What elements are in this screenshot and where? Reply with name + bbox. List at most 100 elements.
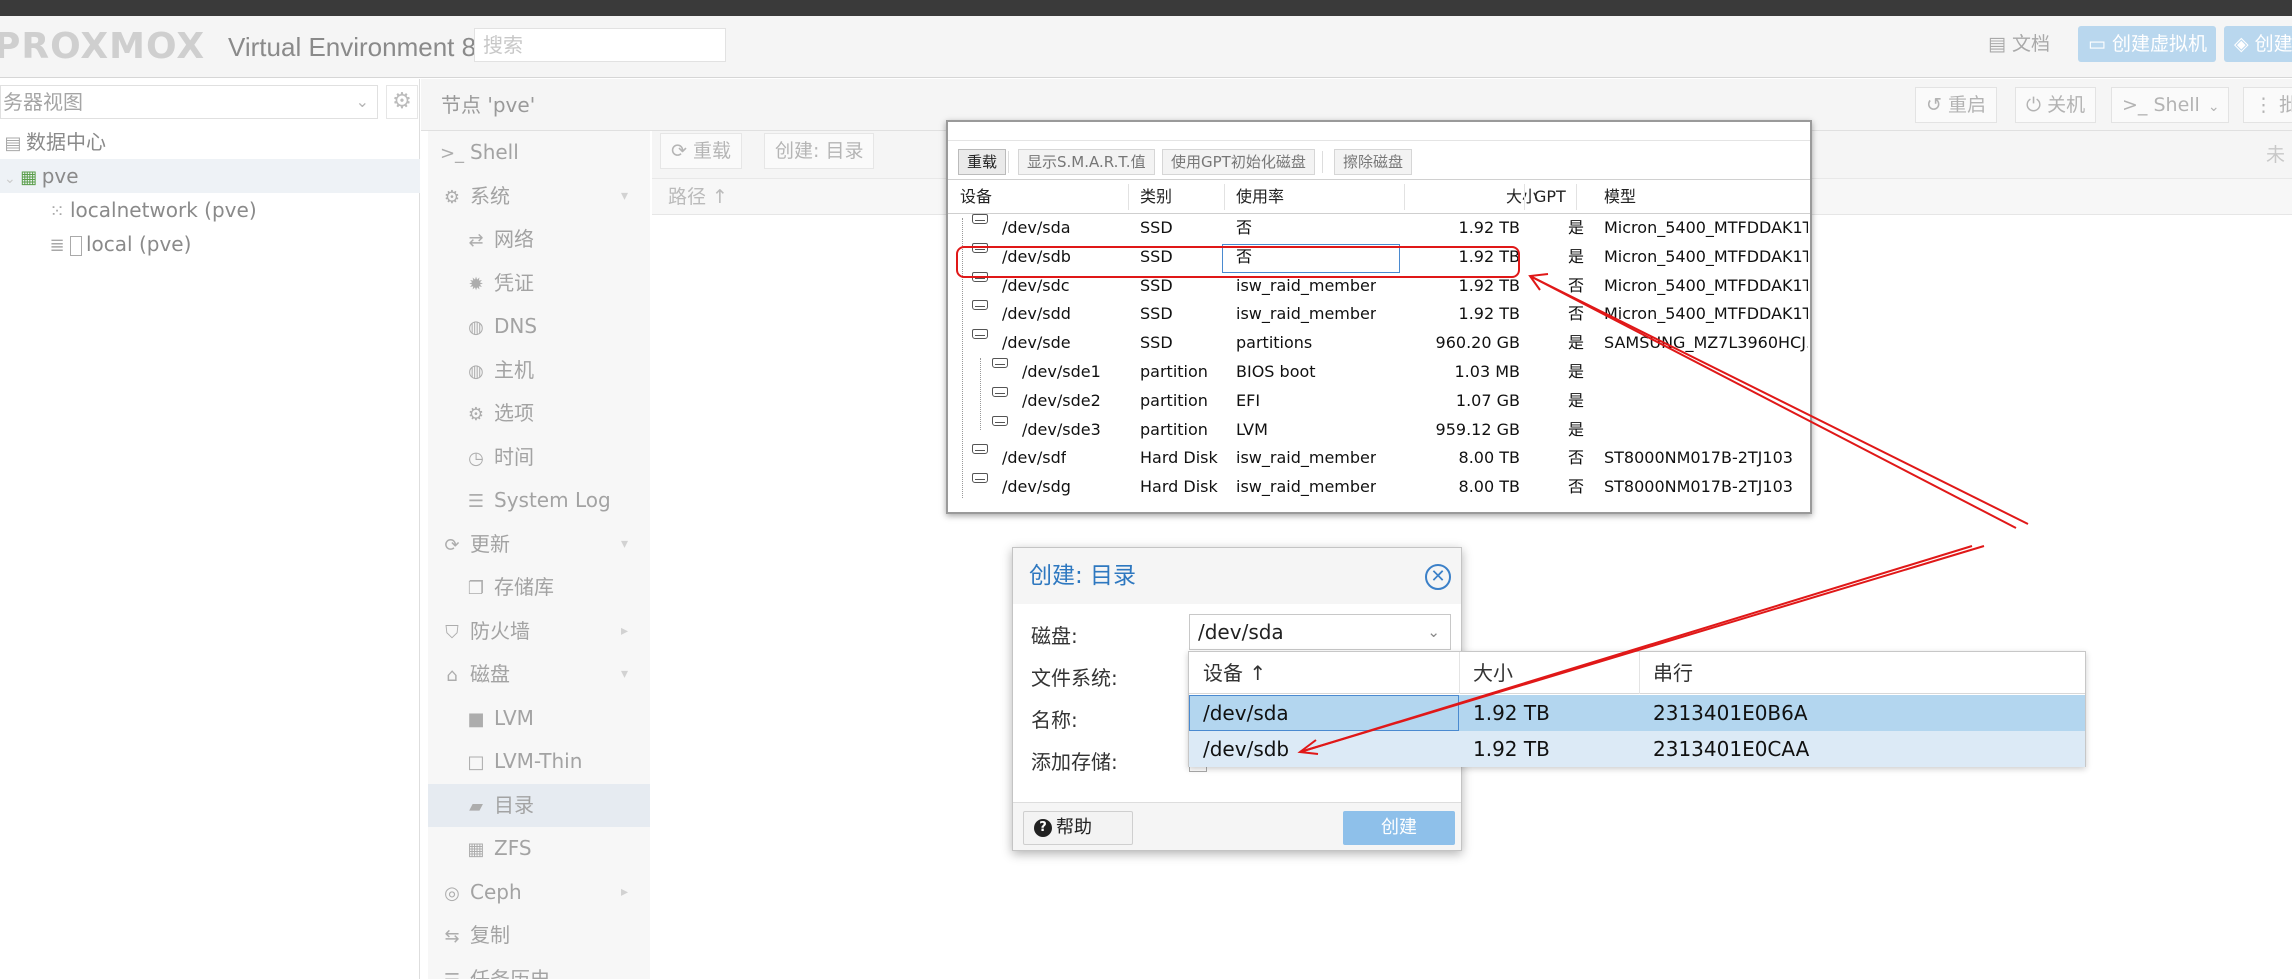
col-path[interactable]: 路径 ↑ [668,179,728,215]
disk-size: 1.92 TB [1458,218,1520,237]
refresh-icon: ⟳ [671,140,693,162]
disk-size: 8.00 TB [1458,477,1520,497]
disk-usage: isw_raid_member [1236,448,1377,468]
disk-usage: BIOS boot [1236,362,1316,381]
dialog-title: 创建: 目录 [1029,563,1137,589]
init-gpt-button[interactable]: 使用GPT初始化磁盘 [1162,149,1315,175]
bulk-actions-button[interactable]: ⋮ 批 [2243,87,2292,123]
chevron-down-icon: ⌄ [1427,623,1440,641]
menu-item-dns[interactable]: ◍ DNS [428,305,650,349]
col-divider [1128,184,1129,210]
disk-select[interactable]: /dev/sda ⌄ [1189,614,1451,650]
menu-item-zfs[interactable]: ▦ ZFS [428,827,650,871]
docs-button[interactable]: ▤ 文档 [1978,26,2060,62]
node-title: 节点 'pve' [441,93,536,117]
dd-col-serial[interactable]: 串行 [1653,652,1693,694]
col-gpt[interactable]: GPT [1534,180,1566,214]
create-ct-button[interactable]: ◈ 创建 [2224,26,2292,62]
disk-reload-button[interactable]: 重载 [958,149,1007,175]
option-device: /dev/sdb [1203,737,1290,761]
ceph-icon: ◎ [444,882,460,904]
disk-row[interactable]: /dev/sdg Hard Disk isw_raid_member 否 ST8000N… [948,473,1810,502]
disk-gpt: 否 [1568,304,1585,324]
shell-button[interactable]: >_ Shell ⌄ [2111,87,2229,123]
menu-item-network[interactable]: ⇄ 网络 [428,218,650,262]
disk-device: /dev/sde [1002,333,1071,353]
tree-item-local[interactable]: ≣ local (pve) [0,227,420,261]
disk-gpt: 是 [1568,419,1585,439]
menu-item-certificates[interactable]: ✹ 凭证 [428,262,650,306]
disk-type: partition [1140,419,1208,439]
tree-item-datacenter[interactable]: ▤ 数据中心 [0,125,420,159]
refresh-icon: ⟳ [444,534,460,556]
menu-item-repositories[interactable]: ❐ 存储库 [428,566,650,610]
menu-item-hosts[interactable]: ◍ 主机 [428,349,650,393]
menu-item-ceph[interactable]: ◎ Ceph ▸ [428,871,650,915]
dd-col-size[interactable]: 大小 [1473,652,1513,694]
disk-row[interactable]: /dev/sde2 partition EFI 是 1.07 GB [948,386,1810,416]
menu-item-replication[interactable]: ⇆ 复制 [428,914,650,958]
menu-item-shell[interactable]: >_ Shell [428,131,650,175]
disk-model: ST8000NM017B-2TJ103 [1604,477,1793,497]
menu-item-directory[interactable]: ▰ 目录 [428,783,650,827]
resource-tree: ▤ 数据中心 ⌄ ▦ pve ⁙ localnetwork (pve) ≣ local (… [0,125,420,261]
tree-item-pve[interactable]: ⌄ ▦ pve [0,159,420,193]
disk-row[interactable]: /dev/sde SSD partitions 是 SAMSUNG_MZ7L3960HC… [948,329,1810,358]
disk-usage: EFI [1236,390,1261,410]
disk-model: Micron_5400_MTFDDAK1T... [1604,304,1808,324]
shield-icon: ⛉ [445,621,459,643]
reload-button[interactable]: ⟳ 重载 [660,133,742,169]
gears-icon: ⚙ [443,186,461,208]
filesystem-label: 文件系统: [1031,666,1118,690]
disk-device: /dev/sdf [1002,448,1067,468]
search-input[interactable]: 搜索 [474,28,726,62]
globe-icon: ◍ [468,360,484,382]
disk-size: 960.20 GB [1435,333,1520,353]
menu-item-system[interactable]: ⚙ 系统 ▾ [428,175,650,219]
disk-list-panel: 重载 显示S.M.A.R.T.值 使用GPT初始化磁盘 擦除磁盘 设备 类别 使… [946,120,1812,514]
disk-row[interactable]: /dev/sde3 partition LVM 是 959.12 GB [948,415,1810,445]
dropdown-header: 设备 ↑ 大小 串行 [1189,652,2085,694]
disk-row[interactable]: /dev/sdd SSD isw_raid_member 否 Micron_5400_M… [948,300,1810,329]
disk-row[interactable]: /dev/sde1 partition BIOS boot 是 1.03 MB [948,358,1810,387]
show-smart-button[interactable]: 显示S.M.A.R.T.值 [1018,149,1155,175]
help-button[interactable]: ? 帮助 [1023,811,1133,845]
menu-item-options[interactable]: ⚙ 选项 [428,392,650,436]
menu-item-lvm-thin[interactable]: □ LVM-Thin [428,740,650,784]
disk-row[interactable]: /dev/sdf Hard Disk isw_raid_member 否 ST8000N… [948,444,1810,473]
globe-icon: ◍ [468,317,484,338]
menu-item-time[interactable]: ◷ 时间 [428,436,650,480]
close-icon[interactable]: ✕ [1425,564,1451,590]
menu-item-task-history[interactable]: ☰任务历史 [428,958,650,979]
menu-item-disks[interactable]: ⌂ 磁盘 ▾ [428,653,650,697]
gear-icon[interactable]: ⚙ [386,85,418,119]
create-button[interactable]: 创建 [1343,811,1455,845]
menu-item-firewall[interactable]: ⛉ 防火墙 ▸ [428,610,650,654]
menu-item-syslog[interactable]: ☰ System Log [428,479,650,523]
menu-item-lvm[interactable]: ■ LVM [428,697,650,741]
menu-item-updates[interactable]: ⟳ 更新 ▾ [428,523,650,567]
col-model[interactable]: 模型 [1604,180,1636,214]
app-header: PROXMOX Virtual Environment 8.2.2 搜索 ▤ 文… [0,16,2292,78]
chevron-right-icon: ▸ [620,883,628,900]
dropdown-option[interactable]: /dev/sda 1.92 TB 2313401E0B6A [1189,695,2085,731]
disk-row[interactable]: /dev/sda SSD 否 是 Micron_5400_MTFDDAK1T... 1.9… [948,214,1810,243]
reboot-button[interactable]: ↺ 重启 [1915,87,1997,123]
disk-usage: 否 [1236,218,1253,237]
create-directory-button[interactable]: 创建: 目录 [764,133,875,169]
dd-col-device[interactable]: 设备 ↑ [1203,652,1266,694]
disk-icon [972,214,988,224]
browser-top-strip [0,0,2292,16]
col-type[interactable]: 类别 [1140,180,1172,214]
col-device[interactable]: 设备 [960,180,992,214]
create-vm-button[interactable]: ▭ 创建虚拟机 [2078,26,2216,62]
exchange-icon: ⇄ [468,230,484,251]
col-usage[interactable]: 使用率 [1236,180,1284,214]
dropdown-option[interactable]: /dev/sdb 1.92 TB 2313401E0CAA [1189,731,2085,767]
disk-label: 磁盘: [1031,624,1078,648]
shutdown-button[interactable]: ⏻ 关机 [2015,87,2097,123]
wipe-disk-button[interactable]: 擦除磁盘 [1334,149,1413,175]
view-selector[interactable]: 务器视图 ⌄ [0,85,378,119]
tree-item-localnetwork[interactable]: ⁙ localnetwork (pve) [0,193,420,227]
chevron-down-icon: ▾ [620,187,628,204]
